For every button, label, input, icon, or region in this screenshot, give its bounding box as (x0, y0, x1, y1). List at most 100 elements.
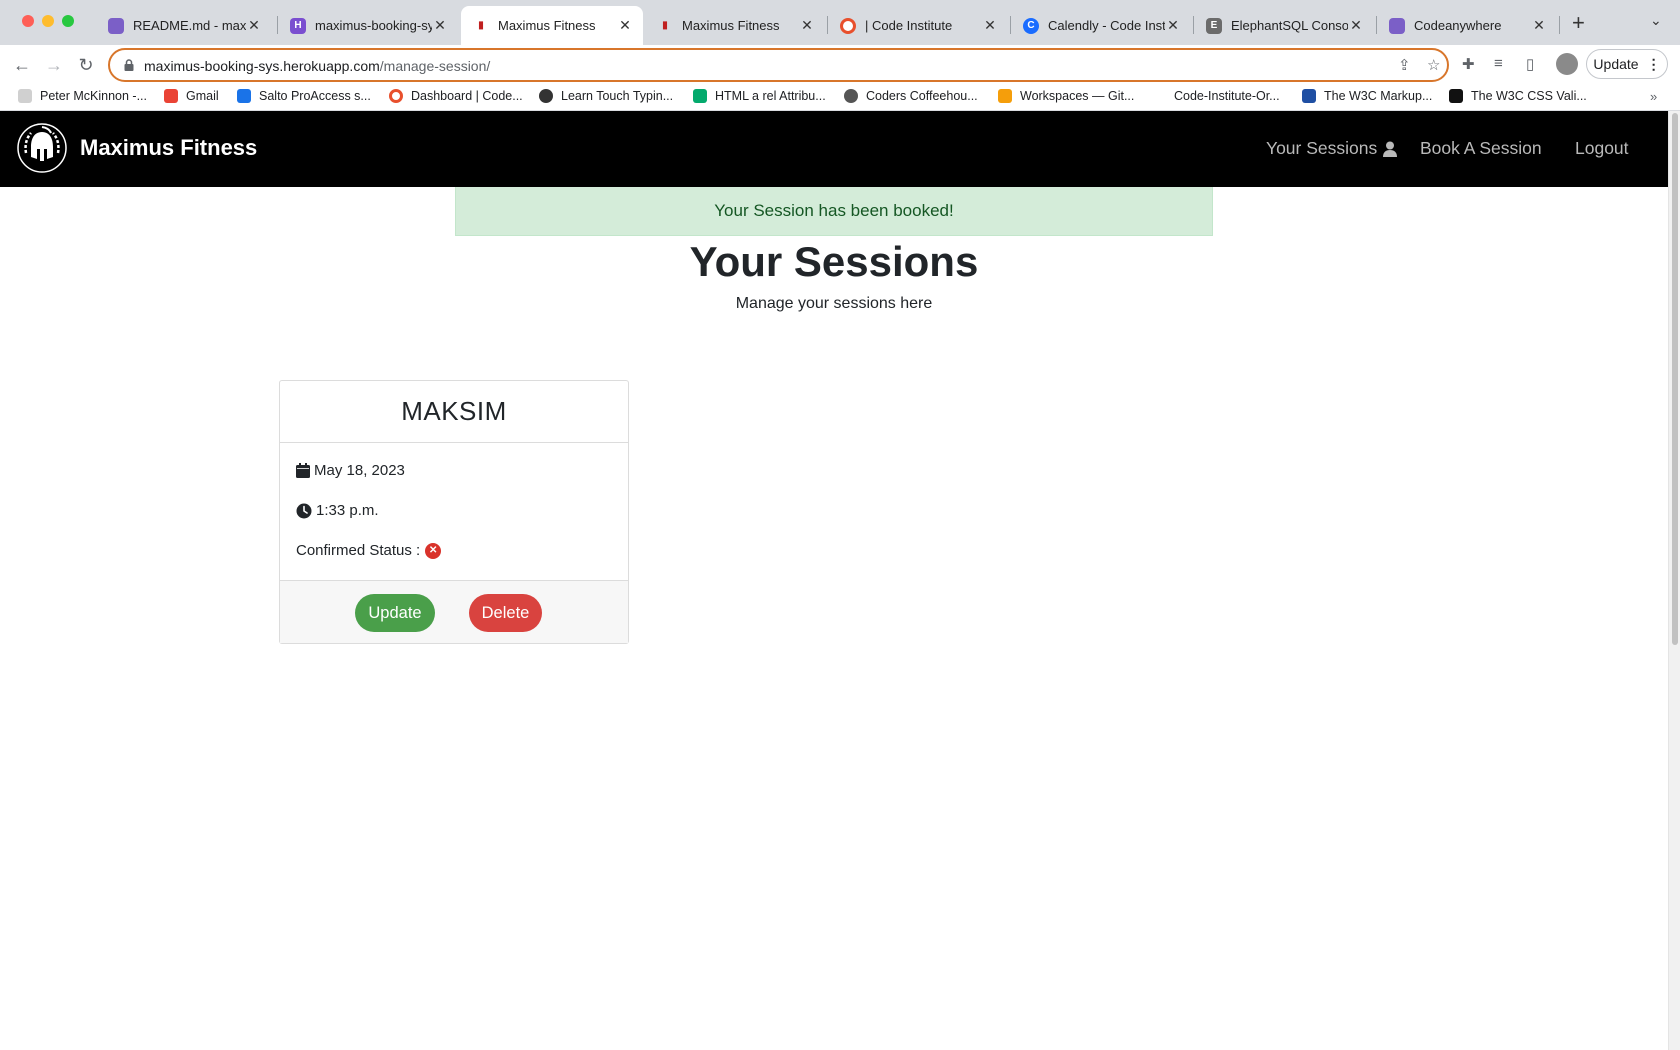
bookmark-item[interactable]: Code-Institute-Or... (1152, 89, 1280, 103)
browser-tab-active[interactable]: ▮ Maximus Fitness ✕ (461, 6, 643, 45)
nav-your-sessions[interactable]: Your Sessions (1266, 138, 1398, 159)
session-date-row: May 18, 2023 (296, 462, 405, 479)
lock-icon (124, 59, 134, 71)
spartan-helmet-logo-icon[interactable] (17, 123, 67, 173)
scrollbar-thumb[interactable] (1672, 113, 1678, 645)
bookmarks-overflow-icon[interactable]: » (1650, 89, 1657, 104)
brand-name[interactable]: Maximus Fitness (80, 135, 257, 161)
window-minimize-button[interactable] (42, 15, 54, 27)
browser-tab[interactable]: | Code Institute ✕ (828, 6, 1008, 45)
bookmark-item[interactable]: Coders Coffeehou... (844, 89, 978, 103)
browser-tab[interactable]: README.md - maxim ✕ (96, 6, 272, 45)
bookmark-label: Gmail (186, 89, 219, 103)
session-card-footer: Update Delete (280, 580, 628, 643)
codeanywhere-favicon-icon (1389, 17, 1405, 34)
bookmark-item[interactable]: Gmail (164, 89, 219, 103)
session-date: May 18, 2023 (314, 462, 405, 479)
bookmark-item[interactable]: The W3C CSS Vali... (1449, 89, 1587, 103)
browser-tab[interactable]: ▮ Maximus Fitness ✕ (645, 6, 825, 45)
browser-tab[interactable]: E ElephantSQL Consol ✕ (1194, 6, 1374, 45)
reload-icon[interactable]: ↻ (74, 53, 98, 77)
gitpod-icon (998, 89, 1012, 103)
codeanywhere-favicon-icon (108, 17, 124, 34)
bookmarks-bar: Peter McKinnon -... Gmail Salto ProAcces… (0, 85, 1680, 111)
bookmark-item[interactable]: Dashboard | Code... (389, 89, 523, 103)
page-subtitle: Manage your sessions here (735, 295, 933, 312)
site-navbar: Maximus Fitness Your Sessions Book A Ses… (0, 111, 1668, 187)
w3schools-icon (693, 89, 707, 103)
tab-title: Maximus Fitness (498, 18, 596, 33)
tab-close-icon[interactable]: ✕ (432, 17, 448, 34)
url-text: maximus-booking-sys.herokuapp.com/manage… (144, 58, 490, 74)
page-title: Your Sessions (689, 238, 979, 285)
tab-separator (1559, 16, 1560, 34)
tab-close-icon[interactable]: ✕ (1348, 17, 1364, 34)
maximus-favicon-icon: ▮ (473, 17, 489, 34)
browser-tab[interactable]: H maximus-booking-sy ✕ (278, 6, 458, 45)
bookmark-item[interactable]: The W3C Markup... (1302, 89, 1432, 103)
nav-your-sessions-label: Your Sessions (1266, 138, 1378, 158)
url-host: maximus-booking-sys.herokuapp.com (144, 58, 380, 74)
bookmark-label: Coders Coffeehou... (866, 89, 978, 103)
bookmark-label: Code-Institute-Or... (1174, 89, 1280, 103)
bookmark-label: Dashboard | Code... (411, 89, 523, 103)
window-zoom-button[interactable] (62, 15, 74, 27)
back-arrow-icon[interactable]: ← (10, 53, 34, 77)
w3c-icon (1302, 89, 1316, 103)
bookmark-label: The W3C CSS Vali... (1471, 89, 1587, 103)
media-queue-icon[interactable]: ≡ (1494, 55, 1503, 72)
tab-close-icon[interactable]: ✕ (1165, 17, 1181, 34)
bookmark-star-icon[interactable]: ☆ (1427, 56, 1440, 74)
bookmark-label: Peter McKinnon -... (40, 89, 147, 103)
bookmark-item[interactable]: Learn Touch Typin... (539, 89, 673, 103)
calendar-icon (296, 463, 310, 478)
session-time: 1:33 p.m. (316, 502, 379, 519)
bookmark-favicon-icon (18, 89, 32, 103)
bookmark-item[interactable]: HTML a rel Attribu... (693, 89, 826, 103)
tab-close-icon[interactable]: ✕ (799, 17, 815, 34)
tab-title: ElephantSQL Consol (1231, 18, 1348, 33)
profile-avatar[interactable] (1556, 53, 1578, 75)
side-panel-icon[interactable]: ▯ (1526, 55, 1534, 73)
browser-tab-bar: README.md - maxim ✕ H maximus-booking-sy… (0, 0, 1680, 45)
browser-tab[interactable]: Codeanywhere ✕ (1377, 6, 1557, 45)
tab-title: Maximus Fitness (682, 18, 780, 33)
nav-book-session[interactable]: Book A Session (1420, 138, 1542, 159)
session-status-label: Confirmed Status : (296, 542, 421, 559)
heroku-favicon-icon: H (290, 17, 306, 34)
update-session-button[interactable]: Update (355, 594, 435, 632)
browser-toolbar: ← → ↻ maximus-booking-sys.herokuapp.com/… (0, 45, 1680, 85)
kebab-menu-icon[interactable]: ⋮ (1647, 56, 1661, 73)
bookmark-item[interactable]: Salto ProAccess s... (237, 89, 371, 103)
extensions-puzzle-icon[interactable]: ✚ (1462, 55, 1475, 73)
tab-close-icon[interactable]: ✕ (246, 17, 262, 34)
bookmark-label: Workspaces — Git... (1020, 89, 1135, 103)
code-institute-favicon-icon (840, 17, 856, 34)
forward-arrow-icon[interactable]: → (42, 53, 66, 77)
tab-close-icon[interactable]: ✕ (617, 17, 633, 34)
nav-logout[interactable]: Logout (1575, 138, 1629, 159)
success-alert: Your Session has been booked! (455, 187, 1213, 236)
session-time-row: 1:33 p.m. (296, 502, 379, 519)
tab-close-icon[interactable]: ✕ (982, 17, 998, 34)
tab-title: maximus-booking-sy (315, 18, 432, 33)
x-circle-icon: ✕ (425, 542, 442, 559)
page-scrollbar[interactable] (1668, 111, 1680, 1050)
tab-close-icon[interactable]: ✕ (1531, 17, 1547, 34)
tab-search-chevron-icon[interactable]: ⌄ (1650, 12, 1662, 29)
address-bar[interactable]: maximus-booking-sys.herokuapp.com/manage… (108, 48, 1449, 82)
elephant-favicon-icon: E (1206, 17, 1222, 34)
user-icon (1383, 141, 1398, 157)
browser-tab[interactable]: C Calendly - Code Insti ✕ (1011, 6, 1191, 45)
browser-update-button[interactable]: Update ⋮ (1586, 49, 1668, 79)
tab-title: README.md - maxim (133, 18, 246, 33)
bookmark-item[interactable]: Workspaces — Git... (998, 89, 1134, 103)
blank-favicon-icon (1152, 89, 1166, 103)
new-tab-plus-icon[interactable]: + (1572, 10, 1585, 36)
bookmark-item[interactable]: Peter McKinnon -... (18, 89, 147, 103)
session-client-name: MAKSIM (280, 381, 628, 443)
window-close-button[interactable] (22, 15, 34, 27)
bookmark-label: HTML a rel Attribu... (715, 89, 826, 103)
share-icon[interactable]: ⇪ (1398, 56, 1411, 74)
delete-session-button[interactable]: Delete (469, 594, 542, 632)
